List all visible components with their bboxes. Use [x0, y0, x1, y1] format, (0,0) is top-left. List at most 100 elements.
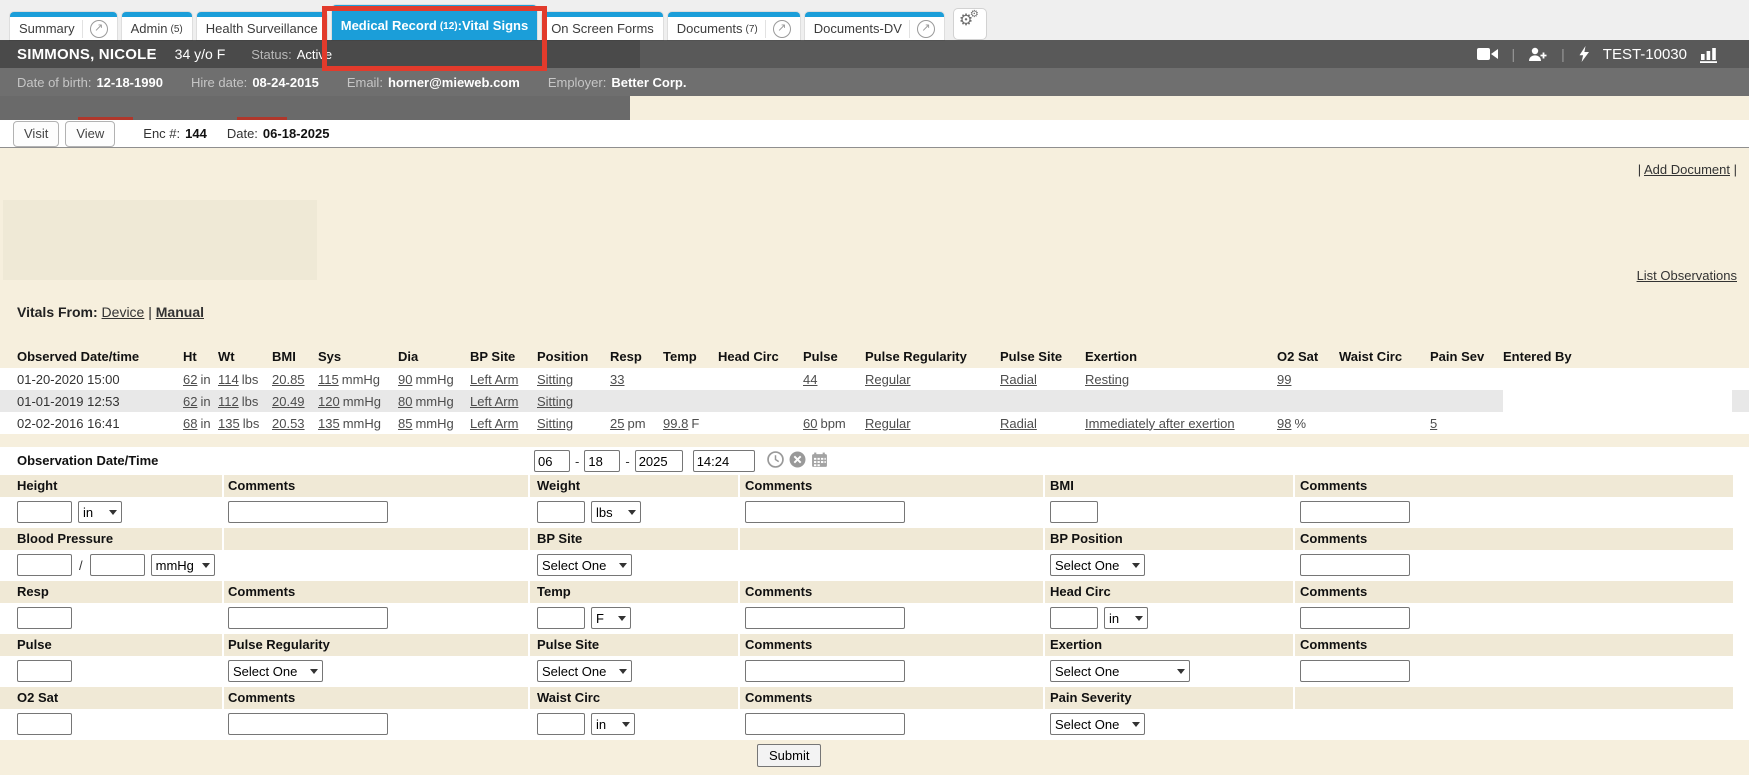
weight-input[interactable] [537, 501, 585, 523]
clear-icon[interactable] [789, 451, 806, 471]
vitals-link[interactable]: 85 [398, 416, 412, 431]
clock-icon[interactable] [767, 451, 784, 471]
vitals-link[interactable]: Radial [1000, 416, 1037, 431]
height-input[interactable] [17, 501, 72, 523]
view-button[interactable]: View [65, 121, 115, 147]
vitals-link[interactable]: Regular [865, 416, 911, 431]
list-observations-link[interactable]: List Observations [1637, 268, 1737, 283]
weight-comments-input[interactable] [745, 501, 905, 523]
vitals-link[interactable]: 135 [318, 416, 340, 431]
bmi-input[interactable] [1050, 501, 1098, 523]
bp-systolic-input[interactable] [17, 554, 72, 576]
vitals-link[interactable]: Left Arm [470, 394, 518, 409]
waist-circ-comments-input[interactable] [745, 713, 905, 735]
vitals-link[interactable]: 98 [1277, 416, 1291, 431]
vitals-link[interactable]: Resting [1085, 372, 1129, 387]
bp-position-select[interactable]: Select One [1050, 554, 1145, 576]
popout-icon[interactable]: ↗ [90, 20, 108, 38]
o2-sat-input[interactable] [17, 713, 72, 735]
pulse-input[interactable] [17, 660, 72, 682]
vitals-link[interactable]: 60 [803, 416, 817, 431]
vitals-link[interactable]: Sitting [537, 394, 573, 409]
tab-medical-record[interactable]: Medical Record(12):Vital Signs [332, 5, 537, 40]
vitals-link[interactable]: Sitting [537, 372, 573, 387]
bmi-comments-input[interactable] [1300, 501, 1410, 523]
tab-admin[interactable]: Admin(5) [122, 12, 192, 40]
add-document-link[interactable]: Add Document [1644, 162, 1730, 177]
vitals-link[interactable]: Immediately after exertion [1085, 416, 1235, 431]
waist-circ-unit-select[interactable]: in [591, 713, 635, 735]
vitals-link[interactable]: 80 [398, 394, 412, 409]
o2-sat-comments-input[interactable] [228, 713, 388, 735]
month-input[interactable] [534, 450, 570, 472]
popout-icon[interactable]: ↗ [773, 20, 791, 38]
waist-circ-input[interactable] [537, 713, 585, 735]
tab-on-screen-forms[interactable]: On Screen Forms [542, 12, 663, 40]
bp-site-select[interactable]: Select One [537, 554, 632, 576]
bar-chart-icon[interactable] [1700, 46, 1719, 63]
chevron-down-icon [1177, 669, 1185, 674]
year-input[interactable] [635, 450, 683, 472]
unit-text: bpm [820, 416, 845, 431]
exertion-select[interactable]: Select One [1050, 660, 1190, 682]
settings-button[interactable]: ⚙ ⚙ [954, 9, 986, 39]
calendar-icon[interactable] [811, 452, 828, 471]
head-circ-input[interactable] [1050, 607, 1098, 629]
bp-unit-select[interactable]: mmHg [151, 554, 215, 576]
bp-comments-input[interactable] [1300, 554, 1410, 576]
vitals-link[interactable]: 112 [218, 394, 239, 409]
pulse-comments-input[interactable] [745, 660, 905, 682]
time-input[interactable] [693, 450, 755, 472]
pulse-site-select[interactable]: Select One [537, 660, 632, 682]
vitals-link[interactable]: Regular [865, 372, 911, 387]
vitals-link[interactable]: 62 [183, 394, 197, 409]
vitals-link[interactable]: 99.8 [663, 416, 688, 431]
vitals-link[interactable]: 120 [318, 394, 340, 409]
height-comments-input[interactable] [228, 501, 388, 523]
vitals-link[interactable]: 5 [1430, 416, 1437, 431]
vitals-link[interactable]: 135 [218, 416, 240, 431]
vitals-link[interactable]: 90 [398, 372, 412, 387]
vitals-link[interactable]: Left Arm [470, 416, 518, 431]
vitals-link[interactable]: Left Arm [470, 372, 518, 387]
temp-input[interactable] [537, 607, 585, 629]
vitals-link[interactable]: 20.53 [272, 416, 305, 431]
vitals-link[interactable]: 25 [610, 416, 624, 431]
vitals-link[interactable]: 68 [183, 416, 197, 431]
vitals-link[interactable]: Sitting [537, 416, 573, 431]
temp-unit-select[interactable]: F [591, 607, 631, 629]
pain-severity-select[interactable]: Select One [1050, 713, 1145, 735]
lightning-icon[interactable] [1578, 46, 1590, 62]
day-input[interactable] [584, 450, 620, 472]
temp-comments-input[interactable] [745, 607, 905, 629]
tab-documents-dv[interactable]: Documents-DV↗ [805, 12, 944, 40]
vitals-link[interactable]: 99 [1277, 372, 1291, 387]
popout-icon[interactable]: ↗ [917, 20, 935, 38]
resp-comments-input[interactable] [228, 607, 388, 629]
height-unit-select[interactable]: in [78, 501, 122, 523]
exertion-comments-input[interactable] [1300, 660, 1410, 682]
manual-link[interactable]: Manual [156, 304, 204, 320]
tab-summary[interactable]: Summary↗ [10, 12, 117, 40]
vitals-link[interactable]: 115 [318, 372, 339, 387]
weight-unit-select[interactable]: lbs [591, 501, 641, 523]
head-circ-unit-select[interactable]: in [1104, 607, 1148, 629]
tab-documents[interactable]: Documents(7)↗ [668, 12, 800, 40]
vitals-link[interactable]: 44 [803, 372, 817, 387]
pulse-regularity-select[interactable]: Select One [228, 660, 323, 682]
visit-button[interactable]: Visit [13, 121, 59, 147]
submit-button[interactable]: Submit [757, 744, 821, 767]
vitals-link[interactable]: 33 [610, 372, 624, 387]
vitals-link[interactable]: 20.85 [272, 372, 305, 387]
vitals-link[interactable]: 114 [218, 372, 239, 387]
bp-diastolic-input[interactable] [90, 554, 145, 576]
resp-input[interactable] [17, 607, 72, 629]
device-link[interactable]: Device [102, 304, 145, 320]
video-camera-icon[interactable] [1477, 47, 1499, 61]
head-circ-comments-input[interactable] [1300, 607, 1410, 629]
vitals-link[interactable]: 62 [183, 372, 197, 387]
vitals-link[interactable]: Radial [1000, 372, 1037, 387]
person-add-icon[interactable] [1528, 47, 1548, 62]
vitals-link[interactable]: 20.49 [272, 394, 305, 409]
tab-health-surveillance[interactable]: Health Surveillance [197, 12, 327, 40]
